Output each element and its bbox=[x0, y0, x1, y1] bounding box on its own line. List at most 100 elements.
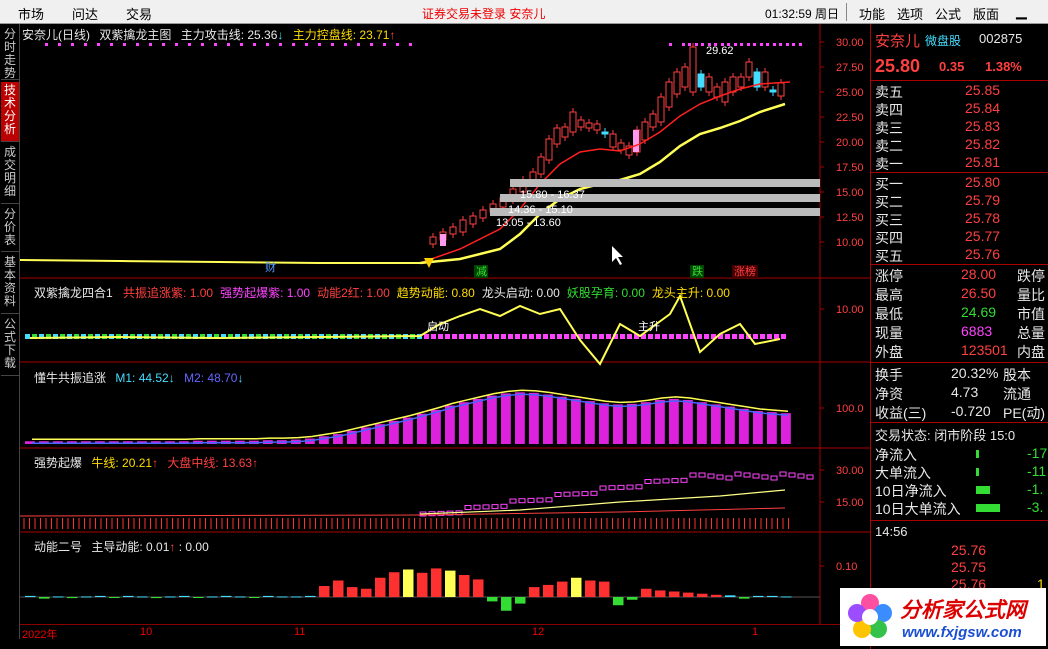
menu-trade[interactable]: 交易 bbox=[126, 4, 152, 23]
panel2-signal: 强势起爆紫: 1.00 bbox=[220, 286, 311, 300]
ohlc-mark bbox=[734, 471, 742, 477]
signal-strip bbox=[760, 334, 765, 339]
menu-formula[interactable]: 公式 bbox=[935, 4, 961, 23]
stat-row[interactable]: 最低 24.69 市值 bbox=[871, 304, 1048, 322]
volume-bar bbox=[501, 393, 511, 444]
menu-options[interactable]: 选项 bbox=[897, 4, 923, 23]
ohlc-mark bbox=[581, 491, 589, 497]
candle-body bbox=[665, 81, 673, 108]
menu-function[interactable]: 功能 bbox=[859, 4, 885, 23]
flow-row[interactable]: 10日大单流入 -3. bbox=[871, 499, 1048, 517]
candle-body bbox=[601, 131, 609, 135]
volume-bar bbox=[655, 400, 665, 444]
ask-row[interactable]: 卖二 25.82 bbox=[871, 136, 1048, 154]
signal-strip bbox=[655, 334, 660, 339]
high-label: 29.62 bbox=[706, 45, 734, 57]
panel3-name[interactable]: 懂牛共振追涨 bbox=[34, 371, 106, 385]
flow-row[interactable]: 净流入 -17 bbox=[871, 445, 1048, 463]
stat2-row[interactable]: 换手 20.32% 股本 bbox=[871, 365, 1048, 383]
momentum-bar bbox=[613, 597, 624, 606]
tab-trades[interactable]: 成交明细 bbox=[1, 144, 19, 204]
stat-row[interactable]: 涨停 28.00 跌停 bbox=[871, 266, 1048, 284]
ohlc-mark bbox=[680, 477, 688, 483]
trade-notice[interactable]: 证券交易未登录 安奈儿 bbox=[422, 5, 545, 22]
momentum-bar bbox=[361, 588, 372, 597]
tab-intraday[interactable]: 分时走势 bbox=[1, 26, 19, 80]
signal-dot bbox=[201, 43, 204, 46]
signal-dot bbox=[110, 43, 113, 46]
momentum-bar bbox=[305, 595, 316, 597]
menu-layout[interactable]: 版面 bbox=[973, 4, 999, 23]
stat-right-label: 内盘 bbox=[1017, 344, 1045, 360]
signal-strip bbox=[753, 334, 758, 339]
signal-strip bbox=[732, 334, 737, 339]
volume-bar bbox=[417, 413, 427, 444]
y-tick-label: 25.00 bbox=[836, 87, 864, 99]
bid-row[interactable]: 买一 25.80 bbox=[871, 174, 1048, 192]
momentum-bar bbox=[375, 577, 386, 597]
stat-row[interactable]: 现量 6883 总量 bbox=[871, 323, 1048, 341]
stat2-row[interactable]: 净资 4.73 流通 bbox=[871, 384, 1048, 402]
main-indicator-name[interactable]: 双紫擒龙主图 bbox=[99, 28, 171, 42]
flow-row[interactable]: 大单流入 -11 bbox=[871, 463, 1048, 481]
dapan-line-arrow: ↑ bbox=[252, 456, 259, 470]
tab-formula-download[interactable]: 公式下载 bbox=[1, 316, 19, 376]
volume-bar bbox=[543, 394, 553, 444]
time-axis-bar: 2022年 10 11 12 1 bbox=[20, 624, 870, 641]
menu-market[interactable]: 市场 bbox=[18, 4, 44, 23]
ask-row[interactable]: 卖五 25.85 bbox=[871, 82, 1048, 100]
marker-zhangbang: 涨榜 bbox=[734, 264, 756, 278]
price-change: 0.35 bbox=[939, 59, 965, 74]
tab-price-table[interactable]: 分价表 bbox=[1, 206, 19, 252]
bid-price: 25.76 bbox=[965, 246, 1001, 262]
ask-row[interactable]: 卖四 25.84 bbox=[871, 100, 1048, 118]
bid-row[interactable]: 买五 25.76 bbox=[871, 246, 1048, 264]
ask-row[interactable]: 卖一 25.81 bbox=[871, 154, 1048, 172]
ohlc-mark bbox=[743, 472, 751, 478]
chart-area[interactable]: 30.00 27.50 25.00 22.50 20.00 17.50 15.00 12.50… bbox=[20, 24, 870, 639]
signal-strip bbox=[648, 334, 653, 339]
ohlc-mark bbox=[464, 505, 472, 510]
panel2-signal: 共振追涨紫: 1.00 bbox=[123, 286, 214, 300]
flow-label: 大单流入 bbox=[875, 465, 931, 481]
stat-right-label: 市值 bbox=[1017, 306, 1045, 322]
panel5-name[interactable]: 动能二号 bbox=[34, 540, 82, 554]
stat2-row[interactable]: 收益(三) -0.720 PE(动) bbox=[871, 403, 1048, 421]
stat-row[interactable]: 最高 26.50 量比 bbox=[871, 285, 1048, 303]
board-tag[interactable]: 微盘股 bbox=[925, 32, 961, 49]
signal-strip bbox=[676, 334, 681, 339]
volume-bar bbox=[473, 398, 483, 444]
clock: 01:32:59 周日 bbox=[765, 7, 840, 21]
tab-basic-info[interactable]: 基本资料 bbox=[1, 254, 19, 314]
minimize-icon[interactable]: ▁ bbox=[1016, 3, 1027, 20]
panel2-name[interactable]: 双紫擒龙四合1 bbox=[34, 286, 113, 300]
bid-row[interactable]: 买三 25.78 bbox=[871, 210, 1048, 228]
ohlc-mark bbox=[572, 491, 580, 497]
momentum-bar bbox=[235, 596, 246, 598]
momentum-bar bbox=[389, 572, 400, 597]
signal-strip bbox=[620, 334, 625, 339]
y-tick-label: 22.50 bbox=[836, 112, 864, 124]
tab-technical[interactable]: 技术分析 bbox=[1, 82, 19, 142]
y-tick-label: 10.00 bbox=[836, 304, 864, 316]
menu-wenda[interactable]: 问达 bbox=[72, 4, 98, 23]
y-tick-label: 12.50 bbox=[836, 212, 864, 224]
tick-row[interactable]: 25.76 bbox=[871, 542, 1048, 560]
bid-row[interactable]: 买四 25.77 bbox=[871, 228, 1048, 246]
niu-line-label: 牛线: 20.21 bbox=[91, 456, 153, 470]
momentum-bar bbox=[767, 595, 778, 597]
y-tick-label: 10.00 bbox=[836, 237, 864, 249]
bid-price: 25.78 bbox=[965, 210, 1001, 226]
momentum-bar bbox=[515, 597, 526, 604]
ask-row[interactable]: 卖三 25.83 bbox=[871, 118, 1048, 136]
panel4-name[interactable]: 强势起爆 bbox=[34, 456, 82, 470]
momentum-bar bbox=[221, 595, 232, 597]
bid-row[interactable]: 买二 25.79 bbox=[871, 192, 1048, 210]
ask-price: 25.83 bbox=[965, 118, 1001, 134]
signal-dot bbox=[188, 43, 191, 46]
ohlc-mark bbox=[671, 478, 679, 484]
flow-row[interactable]: 10日净流入 -1. bbox=[871, 481, 1048, 499]
stat-row[interactable]: 外盘 123501 内盘 bbox=[871, 342, 1048, 360]
stat2-right-label: 流通 bbox=[1003, 386, 1031, 402]
tick-row[interactable]: 25.75 bbox=[871, 559, 1048, 577]
